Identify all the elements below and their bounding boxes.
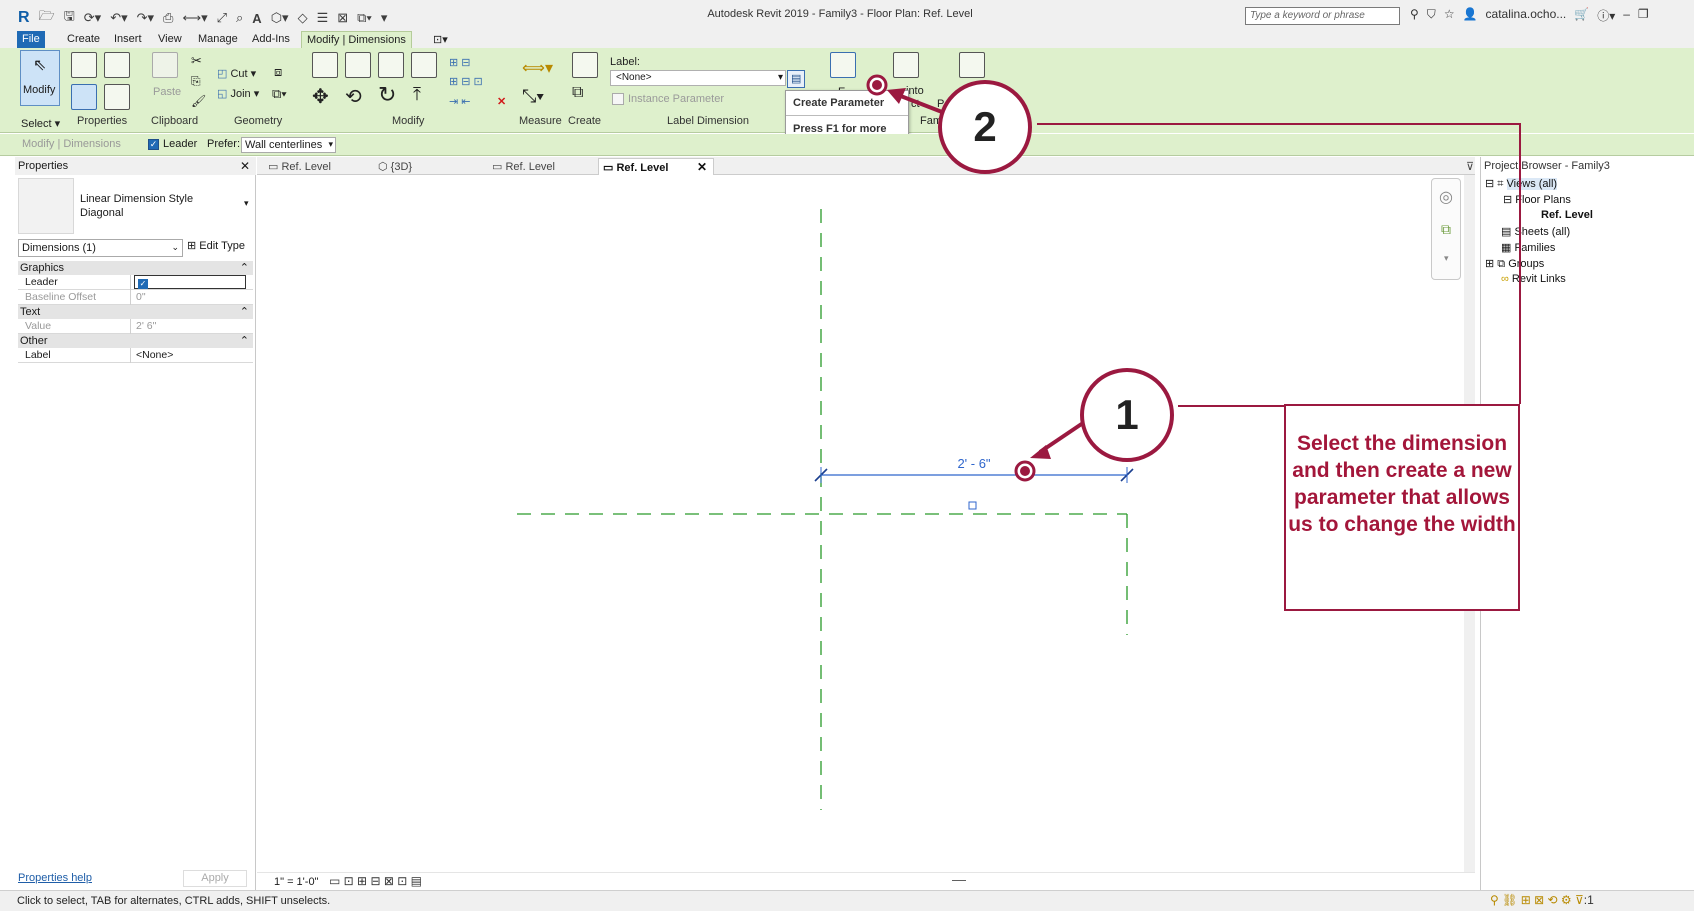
target-marker-2-dot [872,80,882,90]
callout-text: Select the dimension and then create a n… [1288,432,1516,536]
step-2-badge: 2 [938,80,1032,174]
step-1-badge: 1 [1080,368,1174,462]
connector-line-2 [1037,123,1521,404]
callout-box: Select the dimension and then create a n… [1284,404,1520,611]
target-marker-1-dot [1020,466,1030,476]
